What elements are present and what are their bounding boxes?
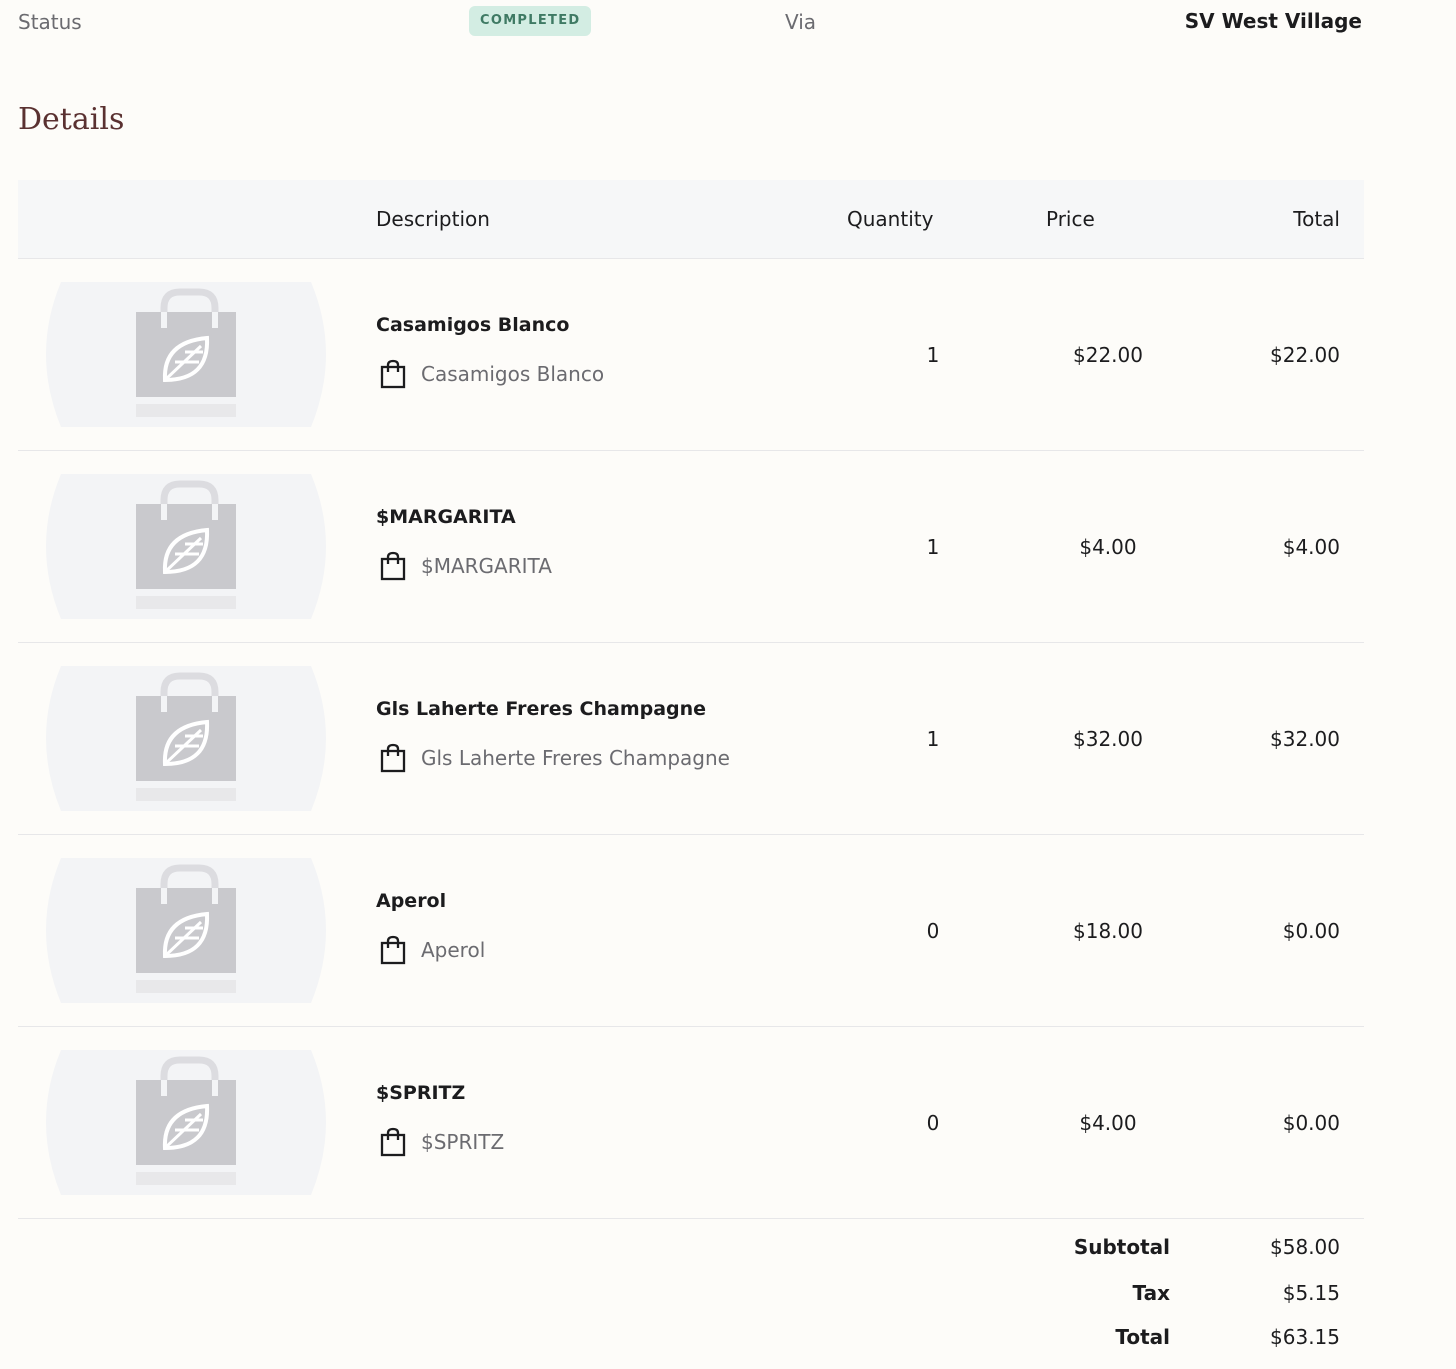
location-value: SV West Village	[1184, 9, 1362, 33]
item-name: Gls Laherte Freres Champagne	[376, 698, 707, 720]
product-placeholder-icon	[41, 858, 331, 1003]
item-variant-label: Gls Laherte Freres Champagne	[421, 746, 730, 770]
item-name: Casamigos Blanco	[376, 314, 570, 336]
item-price: $32.00	[1073, 727, 1143, 751]
items-table: Description Quantity Price Total Casamig…	[18, 180, 1364, 1369]
item-total: $4.00	[1282, 535, 1340, 559]
item-variant: Casamigos Blanco	[380, 358, 604, 390]
table-row: Casamigos Blanco Casamigos Blanco 1 $22.…	[18, 259, 1364, 451]
item-quantity: 1	[926, 535, 940, 559]
item-total: $0.00	[1282, 919, 1340, 943]
summary-tax-row: Tax $5.15	[18, 1281, 1364, 1311]
table-row: Gls Laherte Freres Champagne Gls Laherte…	[18, 643, 1364, 835]
item-variant: $MARGARITA	[380, 550, 552, 582]
column-header-quantity: Quantity	[847, 207, 934, 231]
shopping-bag-icon	[380, 935, 406, 965]
total-label: Total	[1115, 1325, 1170, 1349]
item-total: $0.00	[1282, 1111, 1340, 1135]
shopping-bag-icon	[380, 359, 406, 389]
item-price: $22.00	[1073, 343, 1143, 367]
shopping-bag-icon	[380, 551, 406, 581]
item-variant: Gls Laherte Freres Champagne	[380, 742, 730, 774]
table-row: $MARGARITA $MARGARITA 1 $4.00 $4.00	[18, 451, 1364, 643]
product-placeholder-icon	[41, 474, 331, 619]
table-row: $SPRITZ $SPRITZ 0 $4.00 $0.00	[18, 1027, 1364, 1219]
item-price: $4.00	[1079, 1111, 1137, 1135]
via-label: Via	[785, 10, 817, 34]
table-header: Description Quantity Price Total	[18, 180, 1364, 259]
status-bar: Status COMPLETED Via SV West Village	[0, 0, 1456, 44]
column-header-price: Price	[1046, 207, 1095, 231]
item-total: $32.00	[1270, 727, 1340, 751]
item-variant-label: $SPRITZ	[421, 1130, 505, 1154]
item-variant-label: $MARGARITA	[421, 554, 552, 578]
section-title: Details	[18, 102, 125, 137]
subtotal-value: $58.00	[1270, 1235, 1340, 1259]
tax-label: Tax	[1132, 1281, 1170, 1305]
shopping-bag-icon	[380, 1127, 406, 1157]
summary-total-row: Total $63.15	[18, 1325, 1364, 1355]
summary-subtotal-row: Subtotal $58.00	[18, 1235, 1364, 1265]
product-placeholder-icon	[41, 1050, 331, 1195]
item-quantity: 0	[926, 919, 940, 943]
item-name: $SPRITZ	[376, 1082, 466, 1104]
order-summary: Subtotal $58.00 Tax $5.15 Total $63.15	[18, 1219, 1364, 1369]
table-row: Aperol Aperol 0 $18.00 $0.00	[18, 835, 1364, 1027]
status-label: Status	[18, 10, 82, 34]
subtotal-label: Subtotal	[1073, 1235, 1170, 1259]
column-header-total: Total	[1293, 207, 1340, 231]
item-name: Aperol	[376, 890, 447, 912]
item-quantity: 1	[926, 727, 940, 751]
total-value: $63.15	[1270, 1325, 1340, 1349]
item-name: $MARGARITA	[376, 506, 516, 528]
product-placeholder-icon	[41, 666, 331, 811]
item-total: $22.00	[1270, 343, 1340, 367]
item-variant: Aperol	[380, 934, 485, 966]
tax-value: $5.15	[1282, 1281, 1340, 1305]
status-badge: COMPLETED	[469, 6, 592, 36]
column-header-description: Description	[376, 207, 490, 231]
item-quantity: 1	[926, 343, 940, 367]
shopping-bag-icon	[380, 743, 406, 773]
item-quantity: 0	[926, 1111, 940, 1135]
item-variant-label: Aperol	[421, 938, 486, 962]
item-price: $18.00	[1073, 919, 1143, 943]
item-variant: $SPRITZ	[380, 1126, 504, 1158]
item-variant-label: Casamigos Blanco	[421, 362, 605, 386]
item-price: $4.00	[1079, 535, 1137, 559]
product-placeholder-icon	[41, 282, 331, 427]
